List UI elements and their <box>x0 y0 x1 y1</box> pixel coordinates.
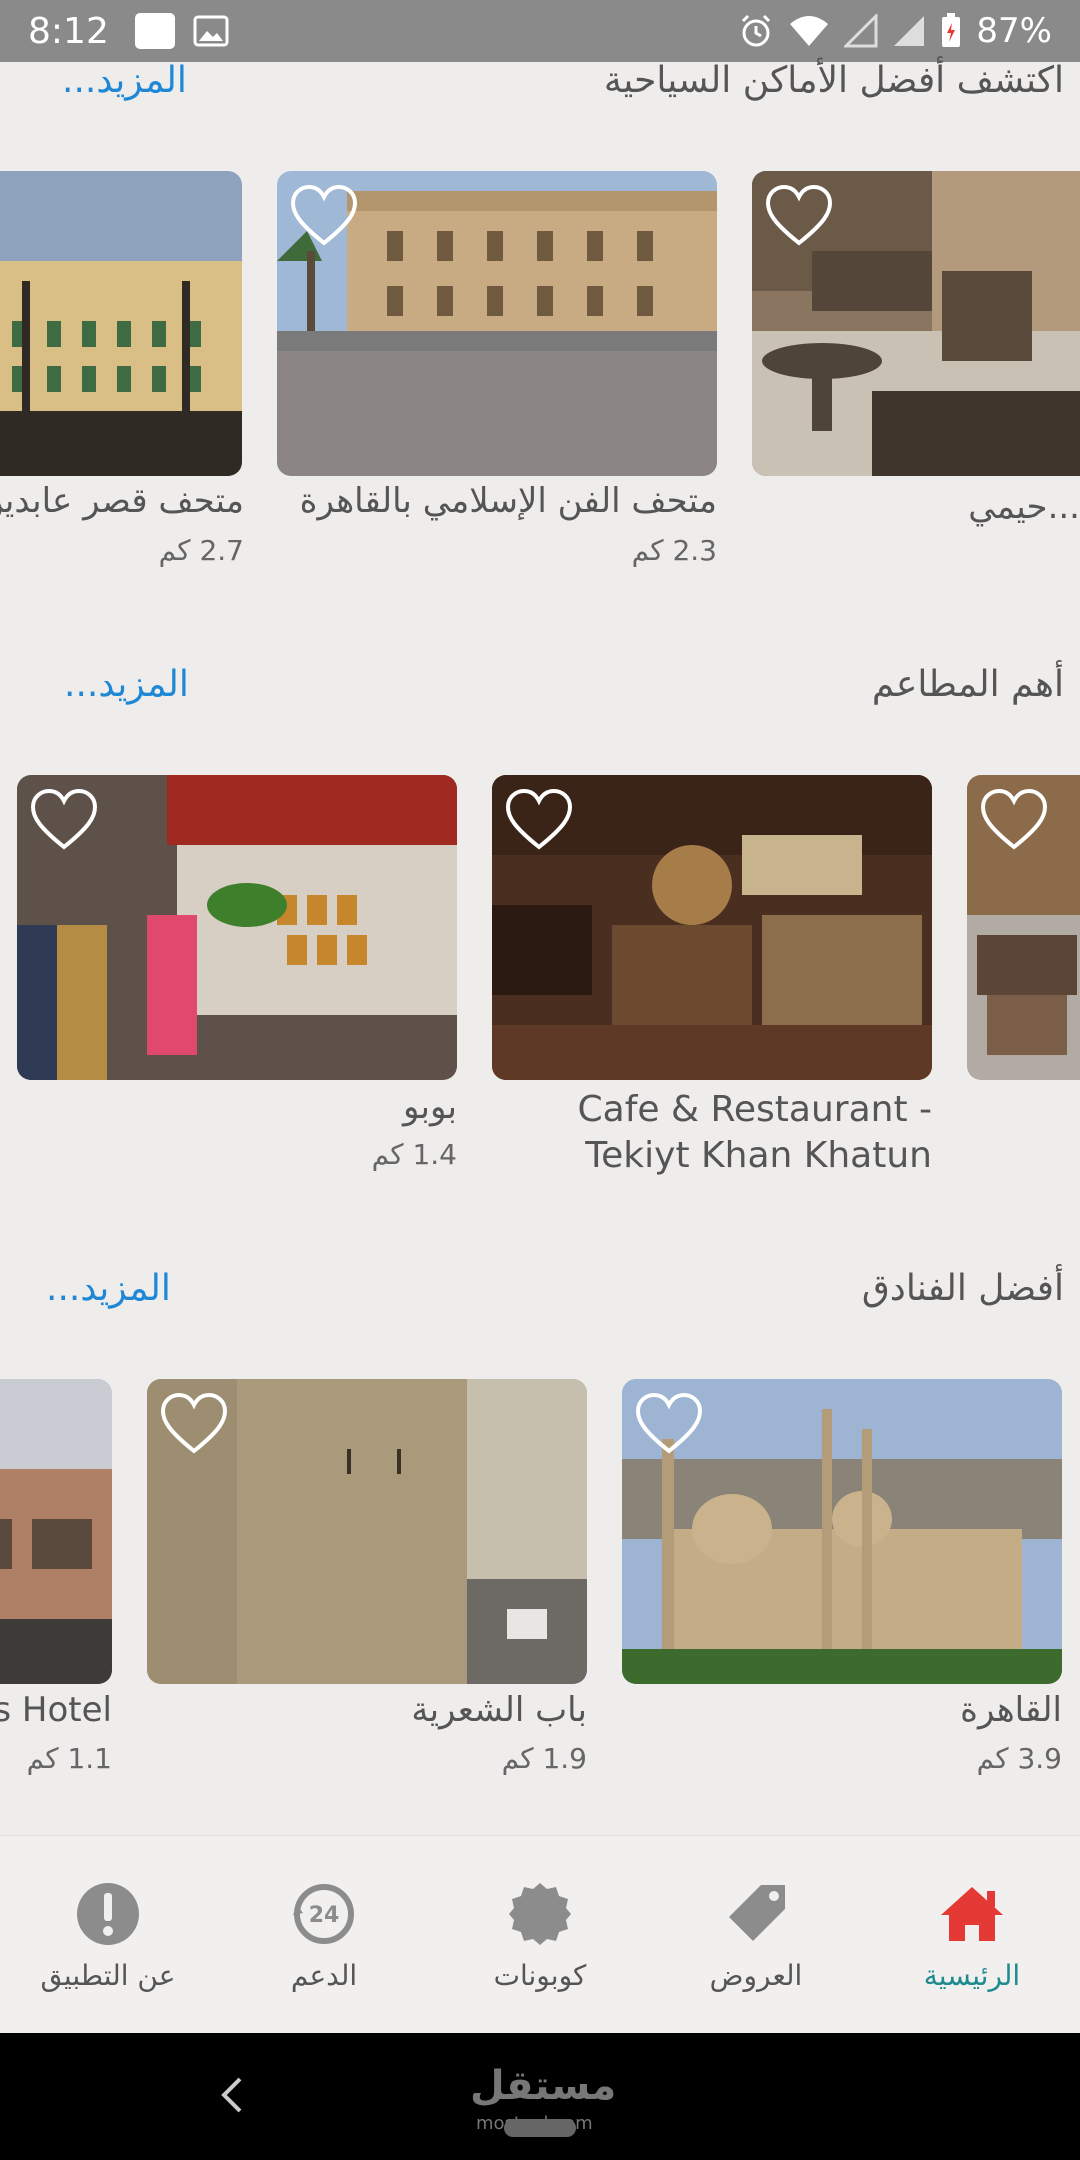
restaurant-card-1[interactable] <box>967 775 1080 1080</box>
place-image-3 <box>0 171 242 476</box>
tag-icon <box>729 1884 785 1941</box>
hotel-card-2[interactable] <box>147 1379 587 1684</box>
section-title-places: اكتشف أفضل الأماكن السياحية <box>603 60 1064 101</box>
more-link-restaurants[interactable]: المزيد... <box>64 664 189 705</box>
restaurant-card-3[interactable] <box>17 775 457 1080</box>
battery-percent: 87% <box>976 11 1052 51</box>
restaurant-card-2-title: Cafe & Restaurant - Tekiyt Khan Khatun <box>577 1089 933 1176</box>
hotel-image-3 <box>0 1379 112 1684</box>
nav-coupons-label: كوبونات <box>493 1958 587 1992</box>
nav-home-label: الرئيسية <box>923 1958 1021 1992</box>
restaurant-card-3-title: بوبو <box>402 1087 457 1127</box>
watermark-logo: مستقل <box>470 2063 617 2109</box>
support-24-icon: 24 <box>293 1883 354 1944</box>
nav-offers[interactable]: العروض <box>648 1836 864 2034</box>
nav-offers-label: العروض <box>709 1958 803 1992</box>
hotel-card-1-distance: 3.9 كم <box>976 1742 1062 1775</box>
place-card-2-title: متحف الفن الإسلامي بالقاهرة <box>299 481 717 521</box>
more-link-places[interactable]: المزيد... <box>62 60 187 101</box>
place-card-3-distance: 2.7 كم <box>158 534 244 567</box>
more-link-hotels[interactable]: المزيد... <box>46 1268 171 1309</box>
status-right: 87% <box>738 11 1052 51</box>
nav-support-label: الدعم <box>290 1958 358 1992</box>
bottom-navigation: الرئيسية العروض كوبونات 24 الدعم عن التط… <box>0 1835 1080 2033</box>
nav-support[interactable]: 24 الدعم <box>216 1836 432 2034</box>
hotel-card-2-distance: 1.9 كم <box>501 1742 587 1775</box>
app-root: 8:12 87% اكتشف أفضل الأماكن السياحية الم… <box>0 0 1080 2160</box>
favorite-heart-icon[interactable] <box>764 183 834 249</box>
favorite-heart-icon[interactable] <box>29 787 99 853</box>
place-card-1[interactable] <box>752 171 1080 476</box>
info-icon <box>77 1882 139 1945</box>
section-header-places: اكتشف أفضل الأماكن السياحية المزيد... <box>0 60 1080 120</box>
status-time: 8:12 <box>28 10 109 52</box>
svg-text:24: 24 <box>309 1903 340 1928</box>
hotel-card-3[interactable] <box>0 1379 112 1684</box>
home-pill[interactable] <box>504 2119 576 2137</box>
notification-icon <box>134 13 175 49</box>
hotel-card-3-title: s Hotel <box>0 1690 112 1730</box>
section-title-restaurants: أهم المطاعم <box>871 664 1064 705</box>
home-icon <box>941 1886 1003 1941</box>
favorite-heart-icon[interactable] <box>979 787 1049 853</box>
hotel-card-1[interactable] <box>622 1379 1062 1684</box>
section-title-hotels: أفضل الفنادق <box>861 1268 1064 1309</box>
wifi-icon <box>790 16 829 46</box>
image-notification-icon <box>193 15 229 47</box>
place-card-2-distance: 2.3 كم <box>631 534 717 567</box>
hotel-card-2-title: باب الشعرية <box>411 1690 587 1730</box>
section-header-restaurants: أهم المطاعم المزيد... <box>0 664 1080 724</box>
favorite-heart-icon[interactable] <box>159 1391 229 1457</box>
favorite-heart-icon[interactable] <box>289 183 359 249</box>
signal-icon <box>894 16 925 46</box>
nav-coupons[interactable]: كوبونات <box>432 1836 648 2034</box>
nav-about[interactable]: عن التطبيق <box>0 1836 216 2034</box>
nav-about-label: عن التطبيق <box>40 1958 176 1992</box>
place-card-3[interactable] <box>0 171 242 476</box>
favorite-heart-icon[interactable] <box>634 1391 704 1457</box>
restaurant-card-2[interactable] <box>492 775 932 1080</box>
system-navigation-bar: مستقل mostaql.com <box>0 2033 1080 2160</box>
signal-empty-icon <box>844 14 878 48</box>
coupon-icon <box>509 1882 571 1945</box>
status-bar: 8:12 87% <box>0 0 1080 62</box>
hotel-card-1-title: القاهرة <box>960 1690 1062 1730</box>
back-chevron-icon[interactable] <box>218 2075 246 2115</box>
section-header-hotels: أفضل الفنادق المزيد... <box>0 1268 1080 1328</box>
place-card-2[interactable] <box>277 171 717 476</box>
alarm-icon <box>742 14 771 47</box>
nav-home[interactable]: الرئيسية <box>864 1836 1080 2034</box>
hotel-card-3-distance: 1.1 كم <box>26 1742 112 1775</box>
restaurant-card-3-distance: 1.4 كم <box>371 1138 457 1171</box>
place-card-3-title: متحف قصر عابدين <box>0 481 244 521</box>
place-card-1-title: ...حيمي <box>968 487 1080 527</box>
battery-icon <box>942 13 961 47</box>
favorite-heart-icon[interactable] <box>504 787 574 853</box>
